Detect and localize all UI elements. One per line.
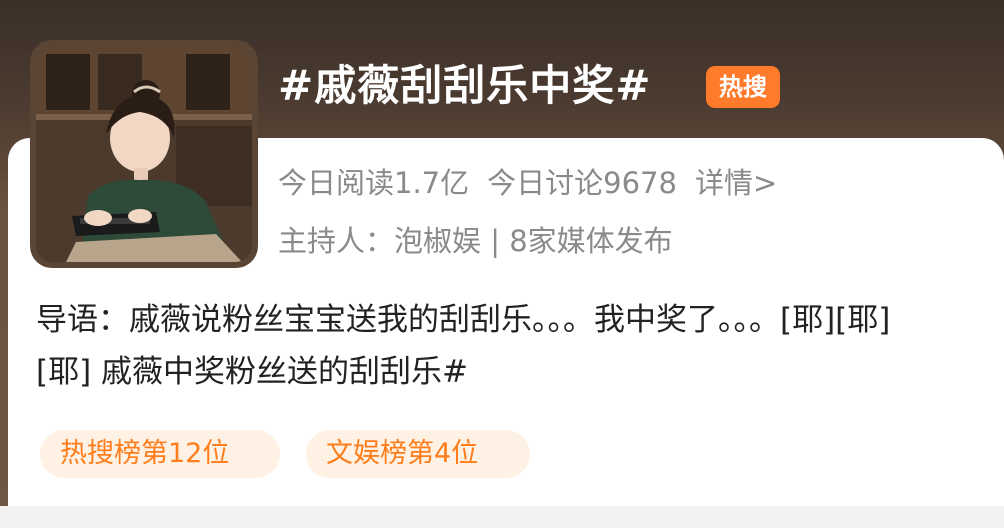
cover-photo-illustration <box>36 46 252 262</box>
details-link[interactable]: 详情> <box>695 166 777 200</box>
topic-cover-image[interactable] <box>30 40 258 268</box>
divider <box>0 506 1004 528</box>
read-count: 今日阅读1.7亿 <box>278 166 470 200</box>
topic-stats: 今日阅读1.7亿 今日讨论9678 详情> <box>278 162 795 204</box>
hot-search-badge: 热搜 <box>706 66 780 108</box>
entertainment-rank-tag[interactable]: 文娱榜第4位 <box>306 430 530 478</box>
topic-title: #戚薇刮刮乐中奖# <box>278 61 652 110</box>
discussion-count: 今日讨论9678 <box>487 166 677 200</box>
topic-intro: 导语：戚薇说粉丝宝宝送我的刮刮乐。。。我中奖了。。。[耶][耶][耶] 戚薇中奖… <box>36 302 891 390</box>
host-info[interactable]: 主持人：泡椒娱 | 8家媒体发布 <box>278 220 673 262</box>
hot-search-rank-tag[interactable]: 热搜榜第12位 <box>40 430 280 478</box>
